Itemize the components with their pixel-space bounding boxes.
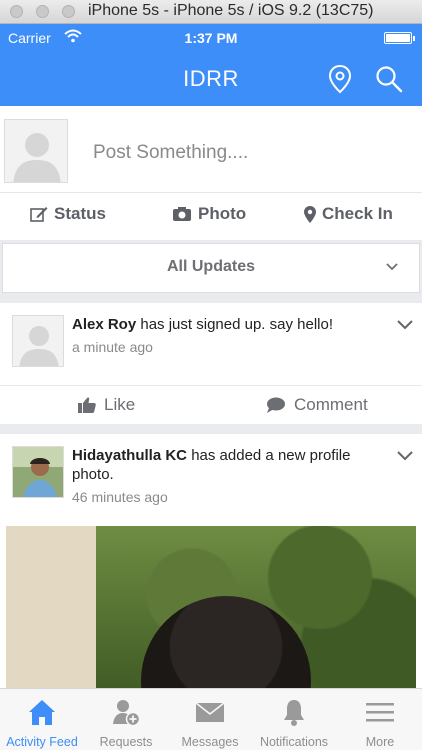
chevron-down-icon[interactable]	[396, 450, 414, 462]
composer-actions: Status Photo Check In	[0, 193, 422, 240]
tab-more[interactable]: More	[338, 689, 422, 750]
envelope-icon	[195, 702, 225, 722]
feed-message: has just signed up. say hello!	[136, 316, 333, 333]
comment-button[interactable]: Comment	[266, 395, 368, 415]
menu-icon	[366, 703, 394, 722]
tab-label: Requests	[99, 735, 153, 749]
thumbs-up-icon	[78, 397, 96, 413]
status-bar: Carrier 1:37 PM	[0, 24, 422, 52]
minimize-window-button[interactable]	[36, 5, 49, 18]
like-button[interactable]: Like	[78, 395, 135, 415]
feed-item: Alex Roy has just signed up. say hello! …	[0, 303, 422, 424]
user-avatar[interactable]	[12, 315, 64, 367]
location-pin-icon[interactable]	[327, 64, 353, 94]
tab-notifications[interactable]: Notifications	[252, 689, 336, 750]
profile-photo[interactable]	[6, 526, 416, 690]
zoom-window-button[interactable]	[62, 5, 75, 18]
all-updates-dropdown[interactable]: All Updates	[2, 243, 420, 293]
tab-bar: Activity Feed Requests Messages Notifica…	[0, 688, 422, 750]
status-button[interactable]: Status	[30, 204, 106, 224]
comment-icon	[267, 397, 285, 413]
feed-item-text: Hidayathulla KC has added a new profile …	[72, 446, 390, 507]
default-avatar-icon	[19, 326, 59, 366]
avatar	[4, 119, 68, 183]
chevron-down-icon	[386, 263, 398, 271]
bell-icon	[284, 700, 304, 726]
chevron-down-icon[interactable]	[396, 319, 414, 331]
profile-photo-thumbnail	[13, 447, 63, 497]
status-time: 1:37 PM	[184, 30, 238, 46]
window-title: iPhone 5s - iPhone 5s / iOS 9.2 (13C75)	[88, 2, 374, 19]
feed-item: Hidayathulla KC has added a new profile …	[0, 434, 422, 690]
feed-timestamp: 46 minutes ago	[72, 489, 168, 505]
feed-item-actions: Like Comment	[0, 386, 422, 424]
feed-user-name[interactable]: Hidayathulla KC	[72, 447, 187, 464]
check-in-button[interactable]: Check In	[304, 204, 393, 224]
camera-icon	[173, 207, 191, 221]
like-label: Like	[104, 395, 136, 414]
feed-timestamp: a minute ago	[72, 339, 153, 355]
tab-label: Notifications	[259, 735, 329, 749]
photo-label: Photo	[198, 204, 247, 223]
home-icon	[29, 700, 55, 725]
post-composer: Post Something.... Status Photo Check In	[0, 106, 422, 240]
tab-label: Messages	[181, 735, 239, 749]
default-avatar-icon	[13, 133, 61, 182]
simulator-title-bar: iPhone 5s - iPhone 5s / iOS 9.2 (13C75)	[0, 0, 422, 24]
tab-label: More	[365, 735, 395, 749]
navigation-bar: IDRR	[0, 52, 422, 106]
check-in-label: Check In	[322, 204, 393, 223]
tab-activity-feed[interactable]: Activity Feed	[0, 689, 84, 750]
feed-item-text: Alex Roy has just signed up. say hello! …	[72, 315, 390, 357]
edit-icon	[30, 207, 48, 222]
feed-user-name[interactable]: Alex Roy	[72, 316, 136, 333]
comment-label: Comment	[294, 395, 368, 414]
close-window-button[interactable]	[10, 5, 23, 18]
filter-label: All Updates	[166, 258, 255, 275]
map-marker-icon	[304, 205, 316, 223]
tab-label: Activity Feed	[6, 735, 78, 749]
post-something-input[interactable]: Post Something....	[93, 142, 248, 164]
add-user-icon	[113, 700, 141, 727]
search-icon[interactable]	[374, 64, 404, 94]
user-avatar[interactable]	[12, 446, 64, 498]
tab-requests[interactable]: Requests	[84, 689, 168, 750]
photo-button[interactable]: Photo	[172, 204, 246, 224]
status-label: Status	[54, 204, 106, 223]
battery-icon	[384, 32, 415, 44]
tab-messages[interactable]: Messages	[168, 689, 252, 750]
app-title: IDRR	[183, 66, 239, 91]
